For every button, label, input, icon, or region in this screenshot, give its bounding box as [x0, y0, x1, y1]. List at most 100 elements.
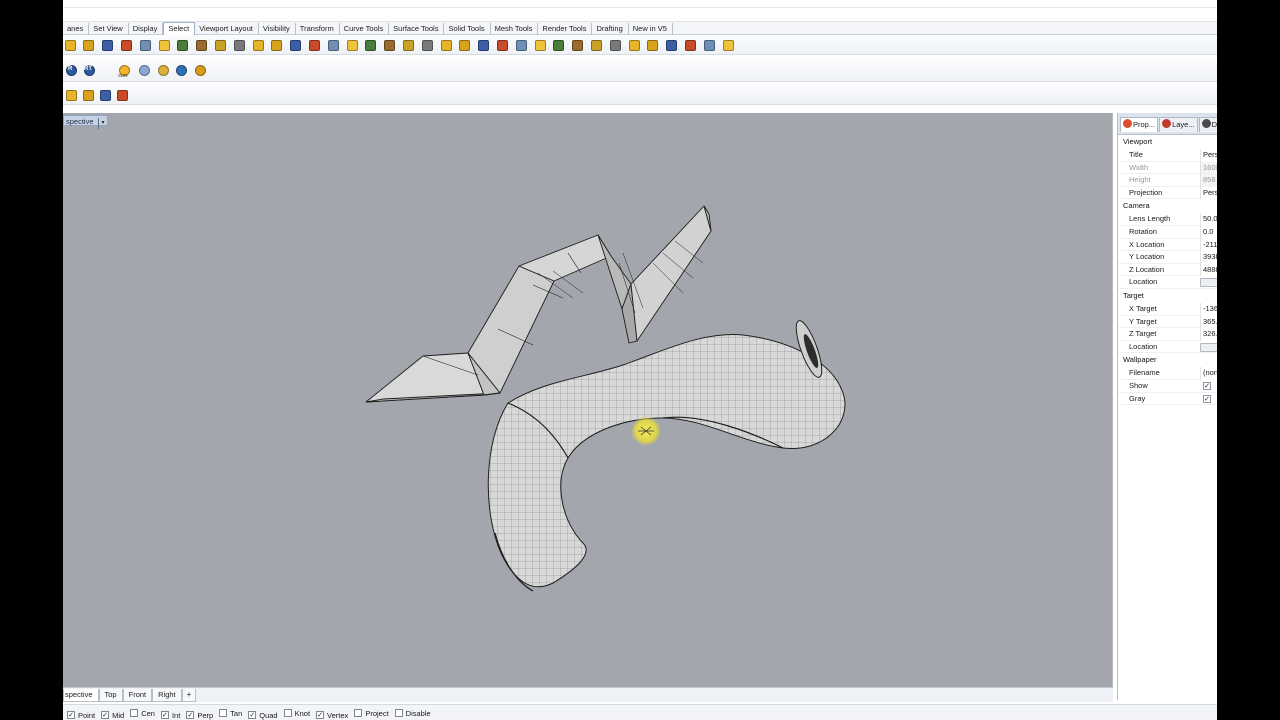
property-value[interactable]: -136.	[1200, 302, 1217, 316]
material-icon[interactable]	[193, 63, 207, 77]
select-extend-icon[interactable]	[665, 38, 679, 52]
panel-tab-0[interactable]: Prop...	[1120, 117, 1159, 132]
osnap-checkbox[interactable]	[219, 709, 228, 717]
osnap-checkbox[interactable]: ✓	[67, 711, 75, 719]
property-value[interactable]: 326.	[1200, 328, 1217, 341]
select-visible-icon[interactable]	[552, 38, 566, 52]
location-pick-button[interactable]	[1200, 278, 1217, 288]
property-value[interactable]: -211.	[1200, 238, 1217, 252]
show-checkbox[interactable]: ✓	[1203, 381, 1211, 390]
osnap-checkbox[interactable]	[394, 709, 403, 717]
select-by-layer-icon[interactable]	[213, 38, 227, 52]
select-filter-icon[interactable]	[646, 38, 660, 52]
select-text-icon[interactable]	[326, 38, 340, 52]
select-clipping-icon[interactable]	[533, 38, 547, 52]
property-value[interactable]: 50.0	[1200, 213, 1217, 226]
location-pick-button[interactable]	[1200, 342, 1217, 352]
osnap-checkbox[interactable]: ✓	[316, 711, 325, 719]
environment-icon[interactable]	[137, 63, 151, 77]
viewport-tab-top[interactable]: Top	[98, 689, 123, 702]
viewport-tab-spective[interactable]: spective	[63, 689, 99, 702]
osnap-knot[interactable]: Knot	[283, 705, 310, 720]
osnap-point[interactable]: ✓ Point	[67, 707, 95, 720]
osnap-int[interactable]: ✓ Int	[160, 707, 180, 720]
select-last-icon[interactable]	[364, 38, 378, 52]
tab-set-view[interactable]: Set View	[89, 23, 129, 35]
select-planar-icon[interactable]	[439, 38, 453, 52]
select-dims-icon[interactable]	[307, 38, 321, 52]
select-open-icon[interactable]	[401, 38, 415, 52]
osnap-checkbox[interactable]: ✓	[186, 711, 195, 719]
perspective-viewport[interactable]: spective ▾	[63, 113, 1113, 687]
property-value[interactable]: 0.0	[1200, 225, 1217, 239]
property-value[interactable]: 3938	[1200, 251, 1217, 264]
tab-surface-tools[interactable]: Surface Tools	[389, 23, 445, 35]
flag-icon[interactable]	[98, 88, 112, 102]
select-details-icon[interactable]	[627, 38, 641, 52]
viewport-canvas[interactable]	[63, 113, 1113, 687]
gray-checkbox[interactable]: ✓	[1203, 394, 1211, 403]
tab-select[interactable]: Select	[163, 22, 196, 35]
osnap-mid[interactable]: ✓ Mid	[101, 707, 124, 720]
select-bad-icon[interactable]	[383, 38, 397, 52]
osnap-vertex[interactable]: ✓ Vertex	[316, 707, 348, 720]
select-annotations-icon[interactable]	[232, 38, 246, 52]
osnap-checkbox[interactable]	[283, 709, 292, 717]
select-polylines-icon[interactable]	[101, 38, 115, 52]
select-render-mesh-icon[interactable]	[608, 38, 622, 52]
command-area[interactable]	[63, 0, 1217, 22]
select-dup-icon[interactable]	[345, 38, 359, 52]
help-icon[interactable]	[174, 63, 188, 77]
property-value[interactable]: Persp	[1200, 149, 1217, 162]
lights-icon[interactable]	[156, 63, 170, 77]
select-points-icon[interactable]	[176, 38, 190, 52]
tab-render-tools[interactable]: Render Tools	[538, 23, 593, 35]
tab-new-in-v5[interactable]: New in V5	[629, 23, 673, 35]
tab-solid-tools[interactable]: Solid Tools	[444, 23, 491, 35]
osnap-project[interactable]: Project	[354, 705, 389, 720]
select-zoom-icon[interactable]	[702, 38, 716, 52]
select-funnel-icon[interactable]	[721, 38, 735, 52]
select-lines-icon[interactable]	[82, 38, 96, 52]
tab-curve-tools[interactable]: Curve Tools	[340, 23, 390, 35]
add-viewport-tab[interactable]: +	[181, 689, 197, 702]
panel-tab-1[interactable]: Laye...	[1159, 117, 1198, 132]
viewport-title[interactable]: spective ▾	[63, 115, 108, 129]
tab-display[interactable]: Display	[129, 23, 164, 35]
select-closed-icon[interactable]	[420, 38, 434, 52]
osnap-perp[interactable]: ✓ Perp	[186, 707, 213, 720]
select-surfaces-icon[interactable]	[119, 38, 133, 52]
select-window-icon[interactable]	[495, 38, 509, 52]
property-value[interactable]: 4888	[1200, 263, 1217, 277]
select-color-icon[interactable]	[157, 38, 171, 52]
select-block-instance-icon[interactable]	[571, 38, 585, 52]
tab-visibility[interactable]: Visibility	[259, 23, 296, 35]
select-blocks-icon[interactable]	[270, 38, 284, 52]
property-value[interactable]: 365.	[1200, 315, 1217, 329]
viewport-tab-front[interactable]: Front	[122, 689, 153, 702]
osnap-checkbox[interactable]: ✓	[248, 711, 257, 719]
select-lights-icon[interactable]	[195, 38, 209, 52]
property-value[interactable]: (none	[1200, 367, 1217, 380]
select-paint-icon[interactable]	[683, 38, 697, 52]
osnap-checkbox[interactable]	[354, 709, 363, 717]
viewport-menu-arrow[interactable]: ▾	[97, 118, 105, 129]
select-curves-icon[interactable]	[63, 38, 77, 52]
select-small-icon[interactable]	[458, 38, 472, 52]
select-crossing-icon[interactable]	[477, 38, 491, 52]
tab-mesh-tools[interactable]: Mesh Tools	[491, 23, 539, 35]
viewport-tab-right[interactable]: Right	[152, 689, 182, 702]
select-polysurfaces-icon[interactable]	[138, 38, 152, 52]
osnap-checkbox[interactable]: ✓	[101, 711, 110, 719]
swept-tube-surface[interactable]	[487, 318, 846, 592]
tab-viewport-layout[interactable]: Viewport Layout	[195, 23, 259, 35]
cap-icon[interactable]	[81, 88, 95, 102]
shade-icon[interactable]	[64, 88, 78, 102]
spark-icon[interactable]	[115, 88, 129, 102]
osnap-checkbox[interactable]	[130, 709, 139, 717]
select-rendered-icon[interactable]	[589, 38, 603, 52]
tab-drafting[interactable]: Drafting	[592, 23, 629, 35]
select-lasso-icon[interactable]	[514, 38, 528, 52]
osnap-cen[interactable]: Cen	[130, 705, 155, 720]
tab-transform[interactable]: Transform	[296, 23, 340, 35]
